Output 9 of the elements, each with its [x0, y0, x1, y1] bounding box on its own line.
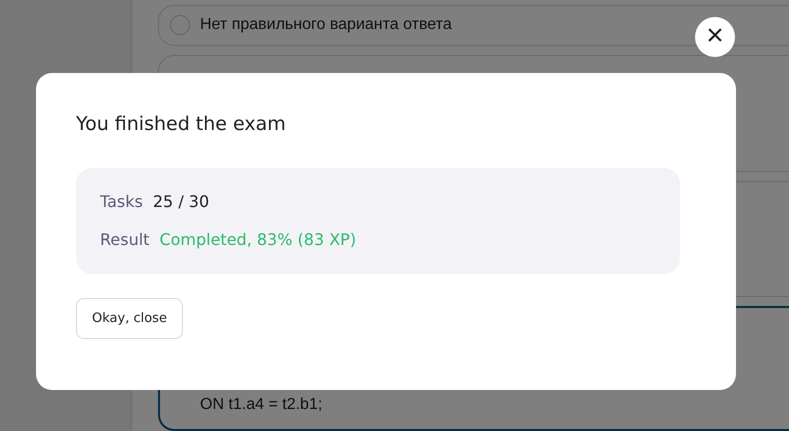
code-line: ON t1.a4 = t2.b1; — [200, 395, 324, 416]
okay-close-button[interactable]: Okay, close — [76, 298, 183, 340]
stat-value: Completed, 83% (83 XP) — [159, 228, 356, 251]
modal-title: You finished the exam — [76, 113, 287, 136]
option-text: Нет правильного варианта ответа — [200, 15, 452, 36]
radio-button[interactable] — [170, 15, 190, 36]
stat-value: 25 / 30 — [152, 190, 210, 213]
stat-label: Tasks — [100, 190, 143, 213]
stat-label: Result — [100, 228, 150, 251]
